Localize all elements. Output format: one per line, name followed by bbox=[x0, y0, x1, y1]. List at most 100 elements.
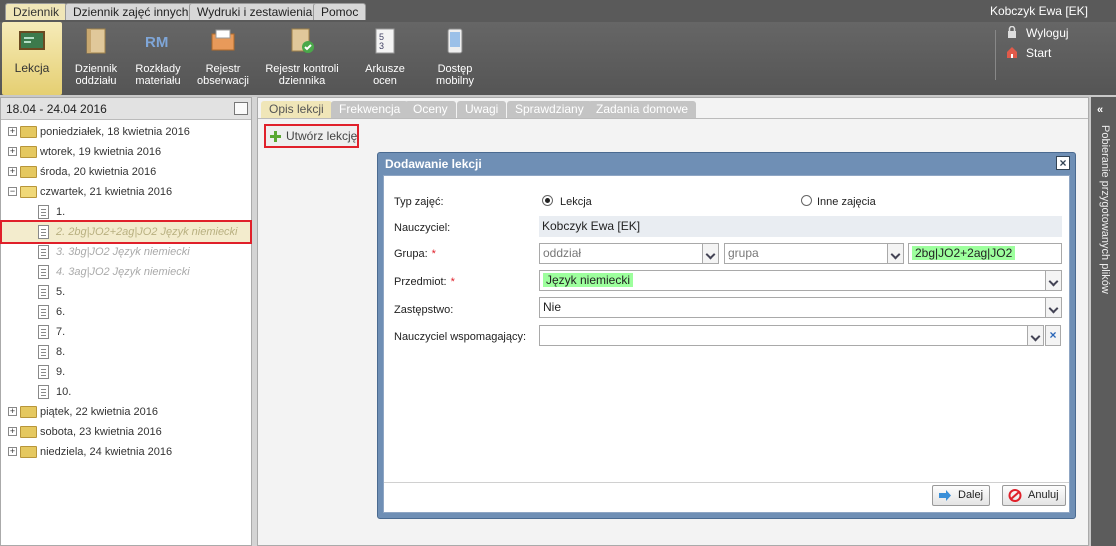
grade-sheets-label: Arkusze ocen bbox=[365, 63, 405, 87]
collapse-icon[interactable]: − bbox=[8, 187, 17, 196]
tree-lesson-7[interactable]: 7. bbox=[1, 322, 251, 342]
logout-link[interactable]: Wyloguj bbox=[1006, 26, 1069, 40]
tree-lesson-9[interactable]: 9. bbox=[1, 362, 251, 382]
tree-day-wednesday[interactable]: + środa, 20 kwietnia 2016 bbox=[1, 162, 251, 182]
tree-day-friday[interactable]: + piątek, 22 kwietnia 2016 bbox=[1, 402, 251, 422]
day-label: piątek, 22 kwietnia 2016 bbox=[40, 406, 159, 418]
tree-lesson-4[interactable]: 4. 3ag|JO2 Język niemiecki bbox=[1, 262, 251, 282]
tab-opis-lekcji[interactable]: Opis lekcji bbox=[261, 101, 332, 119]
start-link[interactable]: Start bbox=[1006, 46, 1051, 60]
curriculum-button[interactable]: RM Rozkłady materiału bbox=[128, 22, 188, 95]
day-label: czwartek, 21 kwietnia 2016 bbox=[40, 186, 173, 198]
menu-tab-wydruki[interactable]: Wydruki i zestawienia bbox=[189, 3, 321, 20]
lock-icon bbox=[1008, 26, 1016, 38]
tree-lesson-2-selected[interactable]: 2. 2bg|JO2+2ag|JO2 Język niemiecki bbox=[0, 220, 252, 244]
tree-lesson-10[interactable]: 10. bbox=[1, 382, 251, 402]
tab-frekwencja[interactable]: Frekwencja bbox=[331, 101, 409, 119]
radio-lesson[interactable] bbox=[542, 195, 553, 206]
expand-icon[interactable]: + bbox=[8, 447, 17, 456]
subject-label: Przedmiot: * bbox=[394, 276, 455, 288]
group-value-field[interactable]: 2bg|JO2+2ag|JO2 bbox=[908, 243, 1062, 264]
user-name[interactable]: Kobczyk Ewa [EK] bbox=[990, 4, 1088, 18]
lesson-label: 2. 2bg|JO2+2ag|JO2 Język niemiecki bbox=[56, 226, 238, 238]
tree-lesson-8[interactable]: 8. bbox=[1, 342, 251, 362]
tab-zadania-domowe[interactable]: Zadania domowe bbox=[588, 101, 697, 119]
lesson-button[interactable]: Lekcja bbox=[2, 22, 62, 95]
next-button[interactable]: Dalej bbox=[932, 485, 991, 506]
mobile-access-button[interactable]: Dostęp mobilny bbox=[424, 22, 486, 95]
downloads-panel-collapsed[interactable]: « Pobieranie przygotowanych plików bbox=[1091, 97, 1116, 546]
tree-day-sunday[interactable]: + niedziela, 24 kwietnia 2016 bbox=[1, 442, 251, 462]
menu-tab-pomoc[interactable]: Pomoc bbox=[313, 3, 367, 20]
tab-uwagi[interactable]: Uwagi bbox=[457, 101, 507, 119]
document-icon bbox=[38, 245, 49, 259]
tab-sprawdziany[interactable]: Sprawdziany bbox=[507, 101, 592, 119]
folder-icon bbox=[20, 146, 37, 158]
group-select[interactable]: grupa bbox=[724, 243, 904, 264]
subject-select[interactable]: Język niemiecki bbox=[539, 270, 1062, 291]
create-lesson-button[interactable]: Utwórz lekcję bbox=[264, 124, 359, 148]
assistant-teacher-select[interactable] bbox=[539, 325, 1044, 346]
chevron-down-icon[interactable] bbox=[702, 244, 718, 263]
document-icon bbox=[38, 205, 49, 219]
expand-left-icon[interactable]: « bbox=[1097, 104, 1109, 116]
class-journal-label: Dziennik oddziału bbox=[74, 63, 118, 87]
grade-sheets-button[interactable]: 53 Arkusze ocen bbox=[352, 22, 418, 95]
menu-tab-dziennik-zajec-innych[interactable]: Dziennik zajęć innych bbox=[65, 3, 197, 20]
expand-icon[interactable]: + bbox=[8, 167, 17, 176]
dialog-title: Dodawanie lekcji bbox=[385, 157, 482, 171]
calendar-icon[interactable] bbox=[234, 102, 248, 115]
week-range[interactable]: 18.04 - 24.04 2016 bbox=[6, 102, 107, 116]
tree-lesson-1[interactable]: 1. bbox=[1, 202, 251, 222]
radio-other-label[interactable]: Inne zajęcia bbox=[817, 196, 876, 208]
tree-day-monday[interactable]: + poniedziałek, 18 kwietnia 2016 bbox=[1, 122, 251, 142]
menu-bar: Dziennik Dziennik zajęć innych Wydruki i… bbox=[0, 0, 1116, 22]
rm-icon: RM bbox=[145, 34, 168, 51]
expand-icon[interactable]: + bbox=[8, 147, 17, 156]
day-label: niedziela, 24 kwietnia 2016 bbox=[40, 446, 173, 458]
chevron-down-icon[interactable] bbox=[1045, 271, 1061, 290]
cancel-button[interactable]: Anuluj bbox=[1002, 485, 1066, 506]
menu-tab-dziennik[interactable]: Dziennik bbox=[5, 3, 68, 20]
radio-other[interactable] bbox=[801, 195, 812, 206]
tree-lesson-3[interactable]: 3. 3bg|JO2 Język niemiecki bbox=[1, 242, 251, 262]
substitution-value: Nie bbox=[543, 300, 562, 314]
lesson-label: 6. bbox=[56, 306, 66, 318]
document-icon bbox=[38, 305, 49, 319]
tree-lesson-6[interactable]: 6. bbox=[1, 302, 251, 322]
subject-value: Język niemiecki bbox=[543, 273, 634, 287]
chevron-down-icon[interactable] bbox=[1045, 298, 1061, 317]
tree-lesson-5[interactable]: 5. bbox=[1, 282, 251, 302]
radio-lesson-label[interactable]: Lekcja bbox=[560, 196, 592, 208]
observation-register-button[interactable]: Rejestr obserwacji bbox=[192, 22, 254, 95]
document-icon bbox=[38, 225, 49, 239]
tree-day-tuesday[interactable]: + wtorek, 19 kwietnia 2016 bbox=[1, 142, 251, 162]
type-label: Typ zajęć: bbox=[394, 196, 444, 208]
expand-icon[interactable]: + bbox=[8, 407, 17, 416]
subject-label-text: Przedmiot: bbox=[394, 276, 447, 288]
class-select[interactable]: oddział bbox=[539, 243, 719, 264]
assistant-teacher-label: Nauczyciel wspomagający: bbox=[394, 331, 527, 343]
group-label-text: Grupa: bbox=[394, 248, 428, 260]
tree-day-thursday[interactable]: − czwartek, 21 kwietnia 2016 bbox=[1, 182, 251, 202]
expand-icon[interactable]: + bbox=[8, 127, 17, 136]
document-icon bbox=[38, 365, 49, 379]
clear-icon[interactable]: × bbox=[1045, 325, 1061, 346]
required-mark: * bbox=[450, 276, 455, 288]
tree-day-saturday[interactable]: + sobota, 23 kwietnia 2016 bbox=[1, 422, 251, 442]
svg-text:RM: RM bbox=[145, 34, 168, 51]
expand-icon[interactable]: + bbox=[8, 427, 17, 436]
mobile-icon bbox=[447, 28, 463, 54]
downloads-panel-title: Pobieranie przygotowanych plików bbox=[1099, 125, 1111, 294]
tab-oceny[interactable]: Oceny bbox=[405, 101, 456, 119]
substitution-select[interactable]: Nie bbox=[539, 297, 1062, 318]
chevron-down-icon[interactable] bbox=[887, 244, 903, 263]
chevron-down-icon[interactable] bbox=[1027, 326, 1043, 345]
blackboard-icon bbox=[19, 31, 45, 50]
journal-control-button[interactable]: Rejestr kontroli dziennika bbox=[258, 22, 346, 95]
lesson-label: 5. bbox=[56, 286, 66, 298]
lesson-label: 7. bbox=[56, 326, 66, 338]
close-icon[interactable]: × bbox=[1056, 156, 1070, 170]
toolbar: Lekcja Dziennik oddziału RM Rozkłady mat… bbox=[0, 22, 1116, 95]
class-journal-button[interactable]: Dziennik oddziału bbox=[66, 22, 126, 95]
